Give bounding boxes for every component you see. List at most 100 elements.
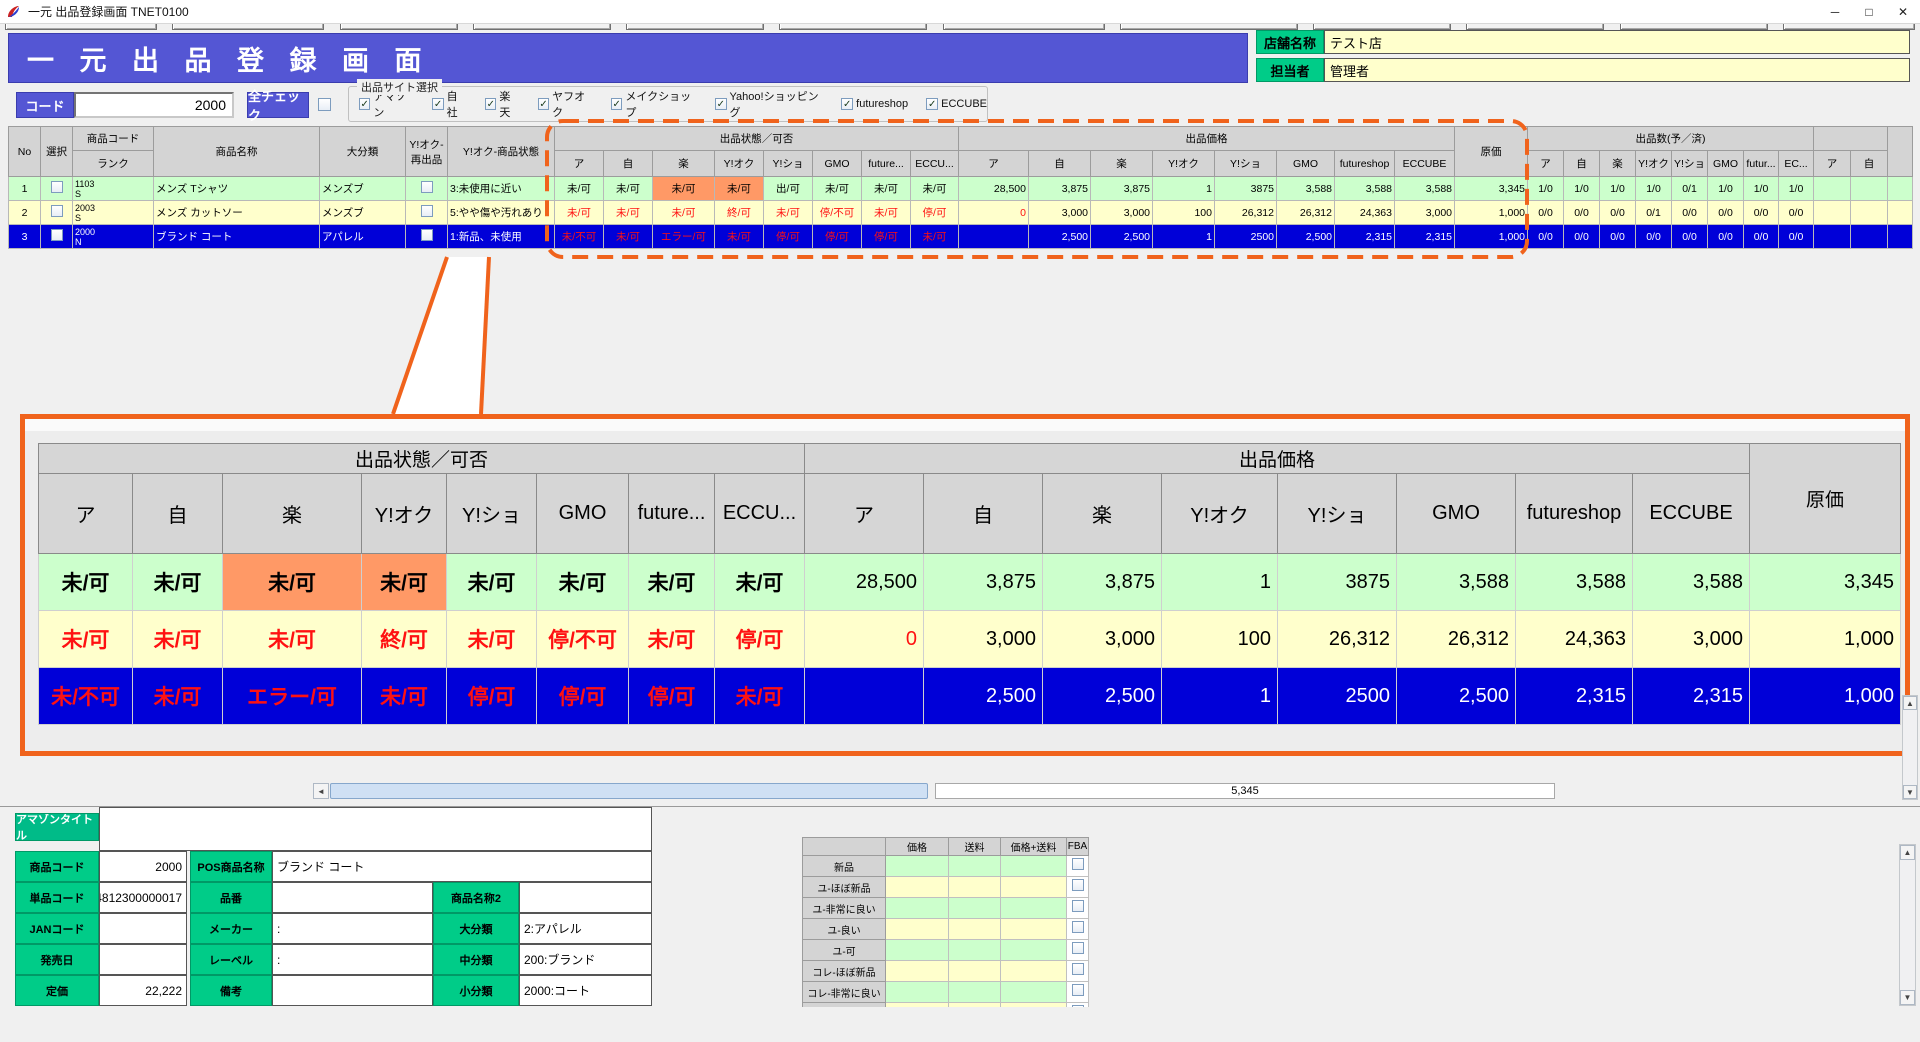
field-label: 備考 [190,975,272,1006]
condition-value-cell[interactable] [949,982,1001,1003]
fba-checkbox[interactable] [1072,942,1084,954]
check-all-checkbox[interactable] [318,98,331,111]
site-checkbox[interactable]: ✓ [715,98,726,110]
fba-checkbox[interactable] [1072,858,1084,870]
condition-value-cell[interactable] [1001,1003,1067,1008]
site-checkbox[interactable]: ✓ [359,98,370,110]
fba-checkbox[interactable] [1072,963,1084,975]
field-value[interactable]: 2000 [99,851,187,882]
reexhibit-checkbox[interactable] [421,181,433,193]
condition-value-cell[interactable] [949,940,1001,961]
site-option[interactable]: ✓ECCUBE [926,98,987,110]
field-value[interactable]: : [272,913,433,944]
condition-value-cell[interactable] [886,856,949,877]
reexhibit-checkbox[interactable] [421,229,433,241]
condition-value-cell[interactable] [949,877,1001,898]
col-cost: 原価 [1455,127,1528,177]
table-row[interactable]: 11103Sメンズ Tシャツメンズブ3:未使用に近い未/可未/可未/可未/可出/… [9,177,1913,201]
field-value[interactable]: 2:アパレル [519,913,652,944]
field-value[interactable]: 24812300000017 [99,882,187,913]
amazon-title-field[interactable] [99,807,652,851]
check-all-button[interactable]: 全チェック [247,92,309,118]
fba-checkbox[interactable] [1072,900,1084,912]
site-checkbox[interactable]: ✓ [926,98,938,110]
condition-value-cell[interactable] [949,1003,1001,1008]
close-button[interactable]: ✕ [1886,1,1920,23]
site-option[interactable]: ✓メイクショップ [611,88,697,120]
vscroll-down-icon[interactable]: ▼ [1903,785,1917,799]
condition-value-cell[interactable] [886,898,949,919]
fba-checkbox[interactable] [1072,879,1084,891]
condition-value-cell[interactable] [1001,940,1067,961]
condition-value-cell[interactable] [1001,982,1067,1003]
fba-checkbox[interactable] [1072,921,1084,933]
condition-value-cell[interactable] [1001,919,1067,940]
condition-value-cell[interactable] [1001,877,1067,898]
count-cell: 0/0 [1600,225,1636,249]
site-checkbox[interactable]: ✓ [841,98,853,110]
site-checkbox[interactable]: ✓ [538,98,549,110]
price-cell: 3875 [1278,554,1397,611]
maximize-button[interactable]: □ [1852,1,1886,23]
site-checkbox[interactable]: ✓ [611,98,622,110]
field-value[interactable]: 22,222 [99,975,187,1006]
detail-vscroll-down-icon[interactable]: ▼ [1900,990,1915,1005]
condition-value-cell[interactable] [886,940,949,961]
hscroll-thumb[interactable] [330,783,928,799]
fba-checkbox[interactable] [1072,1005,1084,1007]
price-cell: 2,500 [1091,225,1153,249]
site-checkbox[interactable]: ✓ [485,98,496,110]
condition-value-cell[interactable] [1001,898,1067,919]
hscroll-left-arrow-icon[interactable]: ◄ [313,783,329,799]
condition-value-cell[interactable] [886,1003,949,1008]
site-option[interactable]: ✓Yahoo!ショッピング [715,88,823,120]
condition-label: ユ-ほぼ新品 [803,877,886,898]
price-cell [805,668,924,725]
product-grid[interactable]: No選択商品コード商品名称大分類Y!オク-再出品Y!オク-商品状態出品状態／可否… [8,126,1913,249]
field-value[interactable] [519,882,652,913]
price-cell: 24,363 [1516,611,1633,668]
row-select-checkbox[interactable] [51,181,63,193]
condition-value-cell[interactable] [886,919,949,940]
field-value[interactable] [99,913,187,944]
site-label: 自社 [447,88,467,120]
site-checkbox[interactable]: ✓ [432,98,443,110]
field-value[interactable]: 2000:コート [519,975,652,1006]
reexhibit-checkbox[interactable] [421,205,433,217]
code-input[interactable]: 2000 [74,92,234,118]
grid-vscrollbar[interactable]: ▲ ▼ [1902,695,1918,800]
condition-value-cell[interactable] [949,961,1001,982]
condition-value-cell[interactable] [949,898,1001,919]
field-value[interactable] [99,944,187,975]
table-row[interactable]: 32000Nブランド コートアパレル1:新品、未使用未/不可未/可エラー/可未/… [9,225,1913,249]
field-value[interactable] [272,975,433,1006]
vscroll-up-icon[interactable]: ▲ [1903,696,1917,710]
detail-vscrollbar[interactable]: ▲ ▼ [1899,844,1916,1006]
row-select-checkbox[interactable] [51,229,63,241]
field-value[interactable] [272,882,433,913]
table-row[interactable]: 22003Sメンズ カットソーメンズブ5:やや傷や汚れあり未/可未/可未/可終/… [9,201,1913,225]
site-option[interactable]: ✓ヤフオク [538,88,593,120]
field-value[interactable]: : [272,944,433,975]
group-price: 出品価格 [959,127,1455,151]
condition-value-cell[interactable] [949,856,1001,877]
condition-value-cell[interactable] [949,919,1001,940]
site-option[interactable]: ✓futureshop [841,98,908,110]
select-cell [41,177,73,201]
site-option[interactable]: ✓楽天 [485,88,520,120]
condition-value-cell[interactable] [886,982,949,1003]
condition-value-cell[interactable] [1001,856,1067,877]
col-price-site: ア [959,151,1029,177]
col-status-site: 自 [604,151,653,177]
fba-checkbox[interactable] [1072,984,1084,996]
condition-value-cell[interactable] [1001,961,1067,982]
minimize-button[interactable]: ─ [1818,1,1852,23]
detail-vscroll-up-icon[interactable]: ▲ [1900,845,1915,860]
field-value[interactable]: ブランド コート [272,851,652,882]
extra-cell [1851,201,1888,225]
row-select-checkbox[interactable] [51,205,63,217]
condition-value-cell[interactable] [886,961,949,982]
field-value[interactable]: 200:ブランド [519,944,652,975]
status-cell: 未/可 [223,554,362,611]
condition-value-cell[interactable] [886,877,949,898]
